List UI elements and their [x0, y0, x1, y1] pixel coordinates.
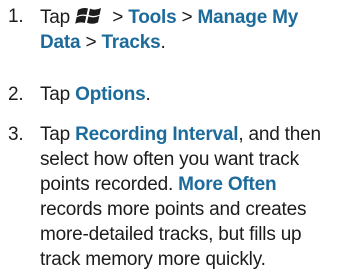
- step-text: Tap Options.: [40, 82, 340, 107]
- instructions-document: 1. Tap > Tools > Manage My Data > Tracks…: [0, 0, 348, 270]
- step-text-fragment: , and then: [238, 124, 321, 145]
- step-line: Tap > Tools > Manage My: [40, 4, 340, 30]
- separator: >: [176, 7, 198, 28]
- step-number: 3.: [8, 124, 24, 145]
- period: .: [160, 32, 166, 53]
- tracks-keyword: Tracks: [101, 32, 161, 53]
- step-text: Tap > Tools > Manage My Data > Tracks.: [40, 4, 340, 55]
- step-line: select how often you want track: [40, 149, 299, 170]
- step-number: 1.: [8, 6, 24, 27]
- tools-keyword: Tools: [128, 7, 177, 28]
- separator: >: [107, 7, 129, 28]
- step-text: Tap Recording Interval, and then select …: [40, 122, 340, 272]
- step-tap-text: Tap: [40, 84, 76, 105]
- step-tap-text: Tap: [40, 124, 76, 145]
- step-line: Tap Options.: [40, 82, 340, 107]
- manage-my-data-keyword-cont: Data: [40, 32, 81, 53]
- step-tap-text: Tap: [40, 7, 71, 28]
- step-number: 2.: [8, 84, 24, 105]
- separator: >: [80, 32, 102, 53]
- options-keyword: Options: [75, 84, 146, 105]
- period: .: [145, 84, 151, 105]
- more-often-keyword: More Often: [178, 174, 277, 195]
- manage-my-data-keyword: Manage My: [197, 7, 299, 28]
- step-line: Data > Tracks.: [40, 30, 340, 55]
- step-line: more-detailed tracks, but fills up: [40, 224, 302, 245]
- step-line: Tap Recording Interval, and then: [40, 122, 340, 147]
- recording-interval-keyword: Recording Interval: [75, 124, 239, 145]
- step-text-fragment: points recorded.: [40, 174, 174, 195]
- step-line: records more points and creates: [40, 199, 307, 220]
- step-line: points recorded. More Often: [40, 172, 340, 197]
- windows-start-icon: [75, 4, 105, 27]
